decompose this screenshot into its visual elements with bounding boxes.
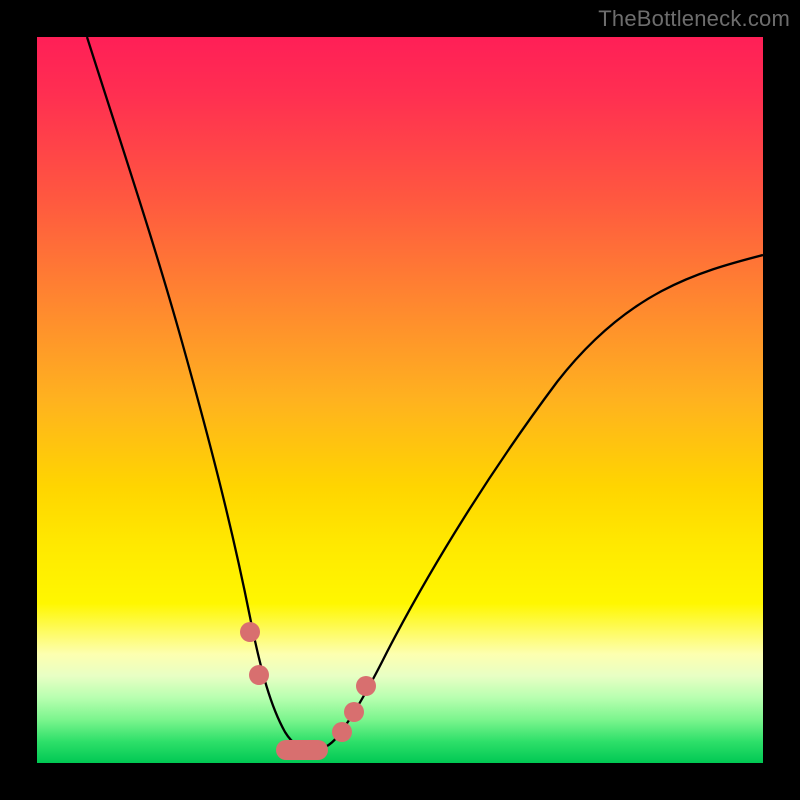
marker-right-upper bbox=[356, 676, 376, 696]
marker-right-lower bbox=[332, 722, 352, 742]
marker-left-lower bbox=[249, 665, 269, 685]
curve-layer bbox=[37, 37, 763, 763]
valley-blob bbox=[276, 740, 328, 760]
plot-area bbox=[37, 37, 763, 763]
marker-left-upper bbox=[240, 622, 260, 642]
outer-frame: TheBottleneck.com bbox=[0, 0, 800, 800]
marker-right-mid bbox=[344, 702, 364, 722]
watermark-text: TheBottleneck.com bbox=[598, 6, 790, 32]
bottleneck-curve bbox=[87, 37, 763, 750]
